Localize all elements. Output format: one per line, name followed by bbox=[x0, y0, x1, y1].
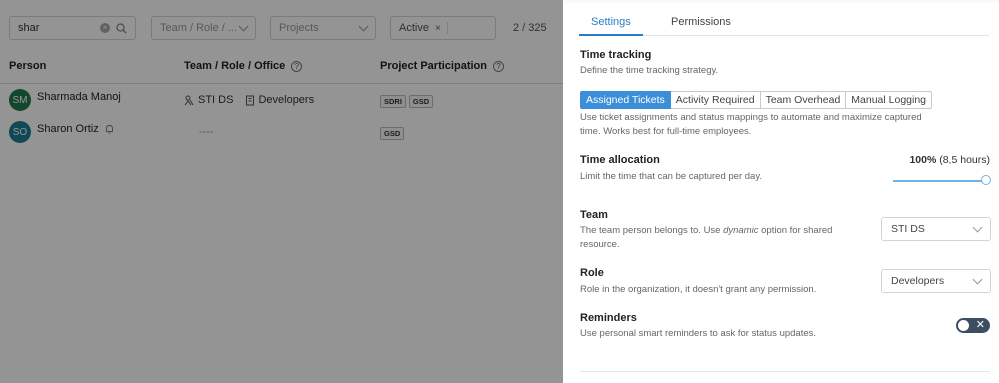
option-assigned-tickets[interactable]: Assigned Tickets bbox=[580, 91, 671, 109]
team-desc: The team person belongs to. Use dynamic … bbox=[580, 225, 833, 236]
chevron-down-icon bbox=[972, 222, 983, 232]
option-team-overhead[interactable]: Team Overhead bbox=[760, 91, 847, 109]
allocation-percent: 100% bbox=[909, 154, 937, 166]
reminders-toggle[interactable]: ✕ bbox=[956, 318, 990, 333]
reminders-title: Reminders bbox=[580, 312, 637, 324]
tab-permissions[interactable]: Permissions bbox=[671, 16, 731, 34]
role-select-value: Developers bbox=[891, 275, 945, 287]
team-select-value: STI DS bbox=[891, 223, 925, 235]
option-activity-required[interactable]: Activity Required bbox=[670, 91, 761, 109]
allocation-hours: (8,5 hours) bbox=[939, 154, 990, 166]
reminders-desc: Use personal smart reminders to ask for … bbox=[580, 328, 817, 339]
team-select[interactable]: STI DS bbox=[881, 217, 991, 241]
time-allocation-slider[interactable] bbox=[893, 175, 991, 185]
team-title: Team bbox=[580, 209, 608, 221]
strategy-help-line2: time. Works best for full-time employees… bbox=[580, 126, 752, 137]
panel-tabs: Settings Permissions bbox=[579, 13, 989, 36]
slider-handle[interactable] bbox=[981, 175, 991, 185]
team-desc-line2: resource. bbox=[580, 239, 620, 250]
toggle-off-icon: ✕ bbox=[975, 319, 985, 331]
strategy-help-line1: Use ticket assignments and status mappin… bbox=[580, 112, 922, 123]
time-allocation-title: Time allocation bbox=[580, 154, 660, 166]
time-allocation-value: 100% (8,5 hours) bbox=[909, 154, 990, 166]
time-tracking-strategy-selector: Assigned Tickets Activity Required Team … bbox=[580, 91, 933, 109]
time-allocation-desc: Limit the time that can be captured per … bbox=[580, 171, 763, 182]
time-tracking-desc: Define the time tracking strategy. bbox=[580, 65, 719, 76]
person-settings-panel: Settings Permissions Time tracking Defin… bbox=[563, 0, 999, 383]
time-tracking-title: Time tracking bbox=[580, 49, 652, 61]
role-select[interactable]: Developers bbox=[881, 269, 991, 293]
chevron-down-icon bbox=[972, 274, 983, 284]
modal-backdrop[interactable] bbox=[0, 0, 563, 383]
panel-top-edge bbox=[563, 0, 999, 3]
role-title: Role bbox=[580, 267, 604, 279]
divider bbox=[580, 371, 990, 372]
role-desc: Role in the organization, it doesn't gra… bbox=[580, 284, 817, 295]
tab-settings[interactable]: Settings bbox=[579, 16, 643, 36]
toggle-knob bbox=[958, 320, 969, 331]
option-manual-logging[interactable]: Manual Logging bbox=[846, 91, 933, 109]
